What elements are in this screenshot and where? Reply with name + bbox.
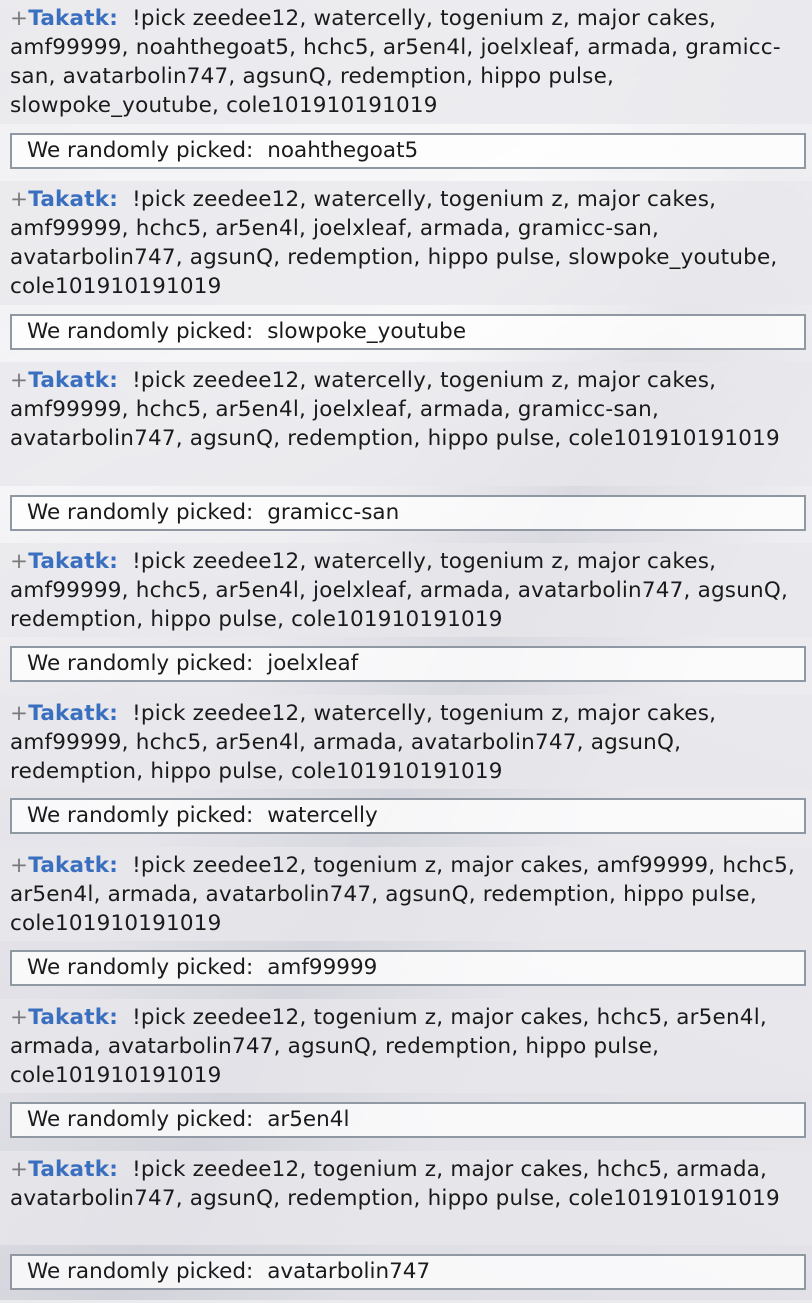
username-link[interactable]: Takatk: <box>28 6 118 31</box>
chat-entry: +Takatk: !pick zeedee12, watercelly, tog… <box>0 362 812 531</box>
chat-entry: +Takatk: !pick zeedee12, watercelly, tog… <box>0 0 812 169</box>
notice-label: We randomly picked: <box>27 803 254 828</box>
chat-message: +Takatk: !pick zeedee12, watercelly, tog… <box>0 0 812 124</box>
username-link[interactable]: Takatk: <box>28 368 118 393</box>
notice-label: We randomly picked: <box>27 319 254 344</box>
rank-symbol: + <box>10 549 29 574</box>
pick-result-notice: We randomly picked: avatarbolin747 <box>10 1254 806 1290</box>
rank-symbol: + <box>10 368 29 393</box>
pick-result-notice: We randomly picked: joelxleaf <box>10 646 806 682</box>
picked-name: joelxleaf <box>267 651 359 676</box>
username-link[interactable]: Takatk: <box>28 701 118 726</box>
username-link[interactable]: Takatk: <box>28 549 118 574</box>
username-link[interactable]: Takatk: <box>28 853 118 878</box>
chat-message: +Takatk: !pick zeedee12, togenium z, maj… <box>0 1151 812 1245</box>
pick-result-notice: We randomly picked: noahthegoat5 <box>10 133 806 169</box>
rank-symbol: + <box>10 701 29 726</box>
message-text: !pick zeedee12, watercelly, togenium z, … <box>10 368 780 451</box>
picked-name: avatarbolin747 <box>267 1259 431 1284</box>
pick-result-notice: We randomly picked: amf99999 <box>10 950 806 986</box>
notice-label: We randomly picked: <box>27 500 254 525</box>
message-text: !pick zeedee12, watercelly, togenium z, … <box>10 187 778 299</box>
chat-entry: +Takatk: !pick zeedee12, watercelly, tog… <box>0 695 812 847</box>
pick-result-notice: We randomly picked: gramicc-san <box>10 495 806 531</box>
picked-name: noahthegoat5 <box>267 138 419 163</box>
rank-symbol: + <box>10 187 29 212</box>
username-link[interactable]: Takatk: <box>28 187 118 212</box>
rank-symbol: + <box>10 6 29 31</box>
picked-name: ar5en4l <box>267 1107 350 1132</box>
chat-message: +Takatk: !pick zeedee12, watercelly, tog… <box>0 543 812 637</box>
chat-entry: +Takatk: !pick zeedee12, togenium z, maj… <box>0 1151 812 1303</box>
chat-entry: +Takatk: !pick zeedee12, watercelly, tog… <box>0 181 812 350</box>
rank-symbol: + <box>10 853 29 878</box>
chat-message: +Takatk: !pick zeedee12, watercelly, tog… <box>0 695 812 789</box>
chat-entry: +Takatk: !pick zeedee12, togenium z, maj… <box>0 847 812 999</box>
chat-entry: +Takatk: !pick zeedee12, togenium z, maj… <box>0 999 812 1151</box>
notice-label: We randomly picked: <box>27 1107 254 1132</box>
message-text: !pick zeedee12, togenium z, major cakes,… <box>10 1005 767 1088</box>
chat-message: +Takatk: !pick zeedee12, watercelly, tog… <box>0 362 812 486</box>
notice-label: We randomly picked: <box>27 1259 254 1284</box>
chat-message: +Takatk: !pick zeedee12, togenium z, maj… <box>0 999 812 1093</box>
picked-name: watercelly <box>267 803 378 828</box>
username-link[interactable]: Takatk: <box>28 1157 118 1182</box>
picked-name: amf99999 <box>267 955 378 980</box>
notice-label: We randomly picked: <box>27 138 254 163</box>
picked-name: slowpoke_youtube <box>267 319 467 344</box>
chat-entry: +Takatk: !pick zeedee12, watercelly, tog… <box>0 543 812 695</box>
rank-symbol: + <box>10 1005 29 1030</box>
chat-message: +Takatk: !pick zeedee12, watercelly, tog… <box>0 181 812 305</box>
message-text: !pick zeedee12, watercelly, togenium z, … <box>10 6 781 118</box>
pick-result-notice: We randomly picked: ar5en4l <box>10 1102 806 1138</box>
picked-name: gramicc-san <box>267 500 400 525</box>
message-text: !pick zeedee12, watercelly, togenium z, … <box>10 549 789 632</box>
pick-result-notice: We randomly picked: watercelly <box>10 798 806 834</box>
chat-message: +Takatk: !pick zeedee12, togenium z, maj… <box>0 847 812 941</box>
pick-result-notice: We randomly picked: slowpoke_youtube <box>10 314 806 350</box>
rank-symbol: + <box>10 1157 29 1182</box>
message-text: !pick zeedee12, togenium z, major cakes,… <box>10 853 795 936</box>
notice-label: We randomly picked: <box>27 651 254 676</box>
message-text: !pick zeedee12, togenium z, major cakes,… <box>10 1157 780 1211</box>
username-link[interactable]: Takatk: <box>28 1005 118 1030</box>
notice-label: We randomly picked: <box>27 955 254 980</box>
